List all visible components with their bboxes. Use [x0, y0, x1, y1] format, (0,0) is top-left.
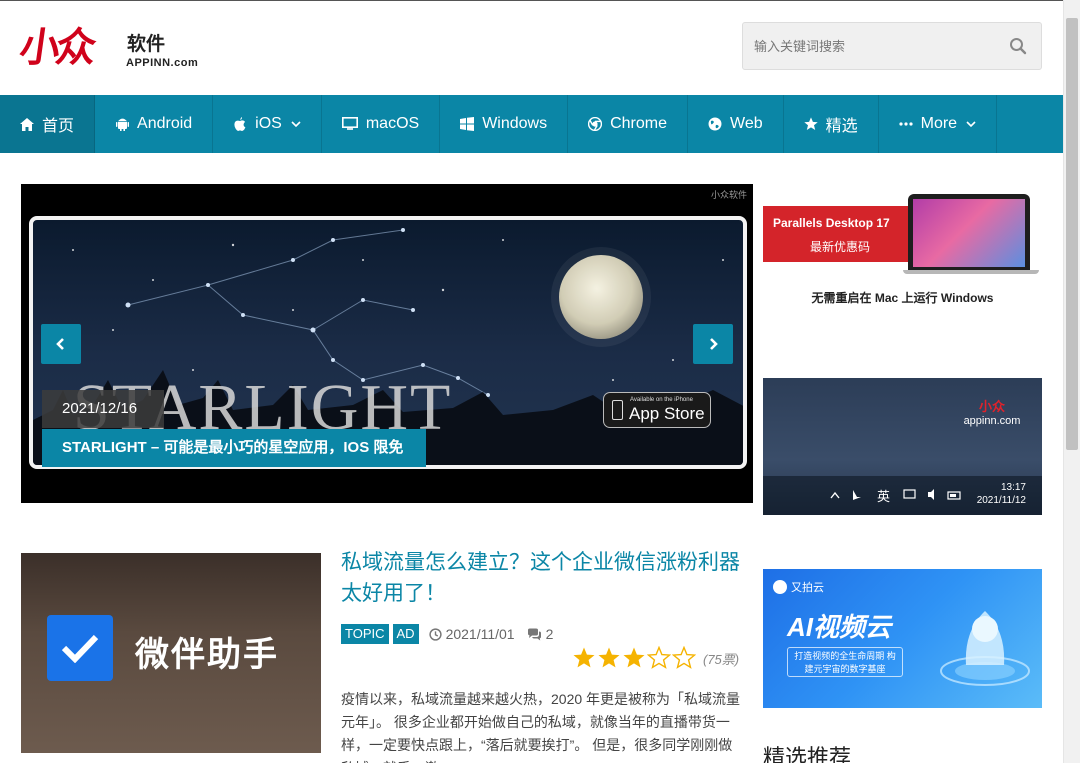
app-store-small-text: Available on the iPhone — [630, 397, 693, 403]
post-meta: TOPIC AD 2021/11/01 2 — [341, 623, 553, 645]
search-box — [742, 22, 1042, 70]
slider-date: 2021/12/16 — [42, 390, 164, 428]
logo-mark: 小众 — [16, 25, 96, 71]
apple-icon — [233, 117, 247, 131]
ellipsis-icon — [899, 117, 913, 131]
upyun-ad-subtitle: 打造视频的全生命周期 构建元宇宙的数字基座 — [787, 647, 903, 677]
nav-label: iOS — [255, 115, 282, 132]
nav-label: macOS — [365, 115, 420, 132]
post-votes: (75票) — [703, 651, 740, 667]
laptop-base — [903, 270, 1039, 274]
site-header: 小众 软件 APPINN.com — [0, 0, 1063, 95]
nav-item-featured[interactable]: 精选 — [784, 95, 879, 153]
tag-ad[interactable]: AD — [392, 624, 419, 644]
parallels-ad-subtitle: 最新优惠码 — [810, 240, 871, 254]
taskbar-clock: 13:17 2021/11/12 — [977, 481, 1026, 507]
parallels-ad[interactable]: Parallels Desktop 17 最新优惠码 无需重启在 Mac 上运行… — [763, 188, 1042, 318]
clock-time: 13:17 — [1000, 482, 1026, 493]
parallels-ad-caption: 无需重启在 Mac 上运行 Windows — [811, 291, 994, 305]
featured-slider[interactable]: 小众软件 STARLIGHT Available on the iPhone A… — [21, 184, 753, 503]
rating-stars[interactable] — [572, 646, 697, 670]
star-icon — [803, 117, 818, 131]
monitor-icon — [341, 117, 358, 131]
slider-prev-button[interactable] — [41, 324, 81, 364]
nav-item-ios[interactable]: iOS — [213, 95, 322, 153]
slider-watermark: 小众软件 — [710, 190, 747, 200]
checkmark-icon — [47, 615, 113, 681]
chevron-down-icon — [966, 119, 976, 129]
iphone-icon — [612, 400, 623, 420]
post-rating[interactable]: (75票) — [572, 645, 739, 671]
chevron-down-icon — [291, 119, 301, 129]
nav-label: Windows — [482, 115, 548, 132]
tag-topic[interactable]: TOPIC — [341, 624, 389, 644]
android-icon — [115, 117, 129, 131]
clock-icon — [428, 627, 442, 641]
taskbar-illustration: 英 13:17 2021/11/12 — [763, 476, 1042, 515]
home-icon — [20, 117, 34, 131]
post-date: 2021/11/01 — [445, 626, 515, 642]
appinn-promo-logo: 小众 appinn.com — [962, 396, 1022, 427]
post-excerpt: 疫情以来，私域流量越来越火热，2020 年更是被称为「私域流量元年」。 很多企业… — [341, 691, 741, 763]
ime-indicator: 英 — [877, 489, 891, 504]
search-icon[interactable] — [1009, 37, 1027, 55]
globe-icon — [708, 117, 722, 131]
star-empty-icon[interactable] — [672, 646, 696, 670]
laptop-illustration — [908, 194, 1030, 272]
appinn-logo-mark: 小众 — [978, 399, 1005, 414]
app-store-badge: Available on the iPhone App Store — [603, 392, 711, 428]
upyun-logo-icon — [773, 580, 787, 594]
scrollbar-thumb[interactable] — [1066, 18, 1078, 450]
nav-label: Web — [730, 115, 763, 132]
upyun-ad[interactable]: 又拍云 AI视频云 打造视频的全生命周期 构建元宇宙的数字基座 — [763, 569, 1042, 708]
slider-next-button[interactable] — [693, 324, 733, 364]
logo-cn-text: 软件 — [127, 34, 166, 55]
chrome-icon — [588, 117, 603, 131]
app-store-text: App Store — [629, 404, 705, 423]
nav-item-windows[interactable]: Windows — [440, 95, 569, 153]
clock-date: 2021/11/12 — [976, 495, 1026, 506]
parallels-ad-title: Parallels Desktop 17 — [773, 216, 890, 230]
search-input[interactable] — [743, 23, 993, 69]
windows-icon — [460, 117, 475, 131]
nav-item-chrome[interactable]: Chrome — [568, 95, 688, 153]
nav-item-macos[interactable]: macOS — [322, 95, 441, 153]
nav-item-more[interactable]: More — [879, 95, 998, 153]
logo-en-text: APPINN.com — [126, 57, 199, 69]
chevron-right-icon — [710, 338, 718, 350]
main-nav: 首页 Android iOS macOS Windows Chrome Web — [0, 95, 1063, 153]
site-logo[interactable]: 小众 软件 APPINN.com — [16, 25, 220, 75]
star-empty-icon[interactable] — [647, 646, 671, 670]
slider-title[interactable]: STARLIGHT – 可能是最小巧的星空应用，IOS 限免 — [42, 429, 426, 467]
post-thumbnail[interactable]: 微伴助手 — [21, 553, 321, 753]
chevron-left-icon — [56, 338, 64, 350]
upyun-brand: 又拍云 — [773, 579, 824, 595]
page-scrollbar[interactable] — [1063, 0, 1080, 763]
nav-label: More — [920, 115, 958, 132]
nav-label: 首页 — [42, 118, 75, 135]
sidebar-heading-featured: 精选推荐 — [763, 745, 852, 763]
post-title[interactable]: 私域流量怎么建立？这个企业微信涨粉利器太好用了！ — [341, 547, 746, 609]
star-filled-icon[interactable] — [597, 646, 621, 670]
nav-label: 精选 — [825, 118, 858, 135]
nav-item-android[interactable]: Android — [95, 95, 214, 153]
tray-icons — [830, 490, 861, 500]
nav-label: Android — [137, 115, 193, 132]
nav-item-web[interactable]: Web — [688, 95, 784, 153]
post-comment-count[interactable]: 2 — [546, 626, 554, 642]
page: 小众 软件 APPINN.com 首页 Android iOS — [0, 0, 1080, 763]
comments-icon[interactable] — [527, 628, 542, 641]
system-tray-icons — [903, 489, 961, 500]
star-filled-icon[interactable] — [622, 646, 646, 670]
star-filled-icon[interactable] — [572, 646, 596, 670]
post-thumbnail-text: 微伴助手 — [135, 636, 279, 674]
ai-figure-illustration — [940, 611, 1030, 686]
upyun-brand-name: 又拍云 — [791, 582, 824, 594]
nav-label: Chrome — [610, 115, 667, 132]
laptop-screen — [913, 199, 1025, 267]
nav-item-home[interactable]: 首页 — [0, 95, 96, 153]
upyun-ad-title: AI视频云 — [787, 612, 892, 642]
appinn-url: appinn.com — [963, 415, 1021, 427]
appinn-promo[interactable]: 小众 appinn.com 英 13:17 2021/11/12 — [763, 378, 1042, 515]
